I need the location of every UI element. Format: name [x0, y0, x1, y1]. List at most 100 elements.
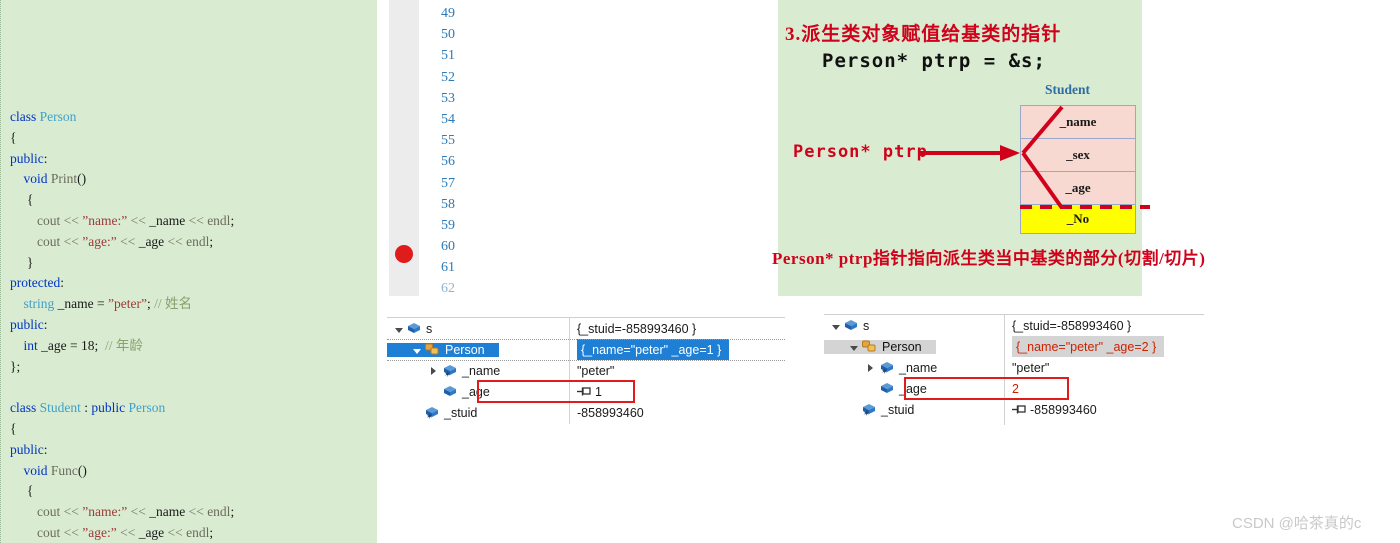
code-token: {	[10, 129, 17, 145]
breakpoint-marker[interactable]	[395, 245, 413, 263]
line-number-gutter: 49 50 51 52 53 54 55 56 57 58 59 60 61 62	[419, 0, 455, 296]
code-token: Func	[50, 462, 78, 478]
code-token: endl	[207, 504, 231, 520]
code-line: cout << ”name:” << _name << endl;	[4, 211, 377, 232]
watch-rows: s {_stuid=-858993460 } Person {_name="peter…	[824, 315, 1204, 420]
line-number: 54	[441, 111, 455, 127]
code-token: }	[10, 254, 34, 270]
code-token: {	[10, 483, 34, 499]
highlight-rectangle	[477, 380, 635, 403]
watch-row-name: _age	[387, 385, 490, 399]
expander-collapsed-icon[interactable]	[431, 364, 443, 378]
svg-text:✶: ✶	[863, 409, 870, 416]
locals-watch-panel-before[interactable]: s {_stuid=-858993460 } Person {_name="peter…	[387, 317, 785, 424]
watch-row-value: {_stuid=-858993460 }	[577, 318, 696, 339]
watch-row-name: s	[824, 319, 869, 333]
code-token: cout	[37, 212, 61, 228]
pointer-label: Person* ptrp	[793, 142, 928, 162]
expander-collapsed-icon[interactable]	[868, 361, 880, 375]
code-token: endl	[186, 524, 210, 540]
code-token: {	[10, 192, 34, 208]
code-token: <<	[164, 524, 187, 540]
highlight-rectangle	[904, 377, 1069, 400]
watch-row[interactable]: ✶ _name "peter"	[824, 357, 1204, 378]
annotation-bottom-note: Person* ptrp指针指向派生类当中基类的部分(切割/切片)	[772, 249, 1206, 268]
watch-row-value: -858993460	[1012, 399, 1097, 420]
watermark: CSDN @哈茶真的c	[1232, 515, 1362, 532]
code-token: int	[23, 337, 38, 353]
watch-row-name: ✶ _name	[387, 364, 500, 378]
watch-row-value: "peter"	[577, 360, 614, 381]
line-number: 55	[441, 133, 455, 149]
watch-value-text: {_stuid=-858993460 }	[1012, 318, 1132, 333]
watch-value-text: "peter"	[577, 363, 615, 378]
base-class-icon	[425, 343, 440, 356]
expander-expanded-icon[interactable]	[413, 343, 425, 357]
watch-row[interactable]: s {_stuid=-858993460 }	[824, 315, 1204, 336]
code-token: ”peter”	[108, 296, 147, 312]
locals-watch-panel-after[interactable]: s {_stuid=-858993460 } Person {_name="peter…	[824, 314, 1204, 425]
code-line: {	[4, 481, 377, 502]
code-token: cout	[37, 504, 61, 520]
watch-name-text: Person	[445, 342, 485, 357]
watch-row-value: {_name="peter" _age=2 }	[1012, 336, 1165, 357]
line-number: 58	[441, 196, 455, 212]
watch-row[interactable]: ✶ _stuid -858993460	[387, 402, 785, 423]
code-token: {	[10, 420, 17, 436]
line-number: 53	[441, 90, 455, 106]
watch-row[interactable]: Person {_name="peter" _age=1 }	[387, 339, 785, 360]
watch-value-text: -858993460	[1030, 402, 1097, 417]
expander-expanded-icon[interactable]	[850, 340, 862, 354]
code-token: ”name:”	[82, 212, 128, 228]
code-token: protected	[10, 275, 61, 291]
code-token: cout	[37, 524, 61, 540]
code-line: class Student : public Person	[4, 398, 377, 419]
watch-row[interactable]: s {_stuid=-858993460 }	[387, 318, 785, 339]
watch-value-text: {_stuid=-858993460 }	[577, 321, 697, 336]
expander-expanded-icon[interactable]	[395, 322, 407, 336]
code-line: public:	[4, 149, 377, 170]
expander-expanded-icon[interactable]	[832, 319, 844, 333]
code-token: ()	[77, 171, 87, 187]
code-token: _age	[138, 233, 165, 249]
svg-text:✶: ✶	[426, 412, 433, 419]
code-token: endl	[186, 233, 210, 249]
code-token: Print	[50, 171, 78, 187]
code-line: public:	[4, 440, 377, 461]
code-token: _name =	[54, 296, 108, 312]
code-token: string	[23, 296, 55, 312]
watch-row[interactable]: ✶ _name "peter"	[387, 360, 785, 381]
code-token: class	[10, 108, 40, 124]
code-line: void Print()	[4, 169, 377, 190]
field-icon	[407, 322, 421, 335]
line-number: 49	[441, 6, 455, 21]
watch-row-name: Person	[387, 342, 499, 357]
watch-row-name: s	[387, 322, 432, 336]
base-class-icon	[862, 340, 877, 353]
left-source-lines: class Person{public: void Print() { cout…	[4, 107, 377, 543]
svg-text:✶: ✶	[444, 370, 451, 377]
left-source-panel[interactable]: class Person{public: void Print() { cout…	[0, 0, 377, 543]
code-token: <<	[164, 233, 187, 249]
annotation-code-line: Person* ptrp = &s;	[822, 50, 1046, 72]
field-icon	[880, 382, 894, 395]
code-token: <<	[60, 212, 83, 228]
row-separator	[387, 360, 785, 361]
code-token: class	[10, 400, 40, 416]
code-token: // 年龄	[105, 337, 143, 353]
field-icon	[443, 385, 457, 398]
pin-to-source-icon[interactable]	[1012, 404, 1026, 415]
code-token: _name	[149, 212, 186, 228]
code-token: :	[80, 400, 92, 416]
watch-value-text: {_name="peter" _age=1 }	[581, 342, 722, 357]
watch-row[interactable]: ✶ _stuid -858993460	[824, 399, 1204, 420]
code-token: <<	[127, 212, 150, 228]
code-token: };	[10, 358, 21, 374]
code-line: }	[4, 253, 377, 274]
code-line: {	[4, 190, 377, 211]
line-number: 52	[441, 69, 455, 85]
watch-row[interactable]: Person {_name="peter" _age=2 }	[824, 336, 1204, 357]
